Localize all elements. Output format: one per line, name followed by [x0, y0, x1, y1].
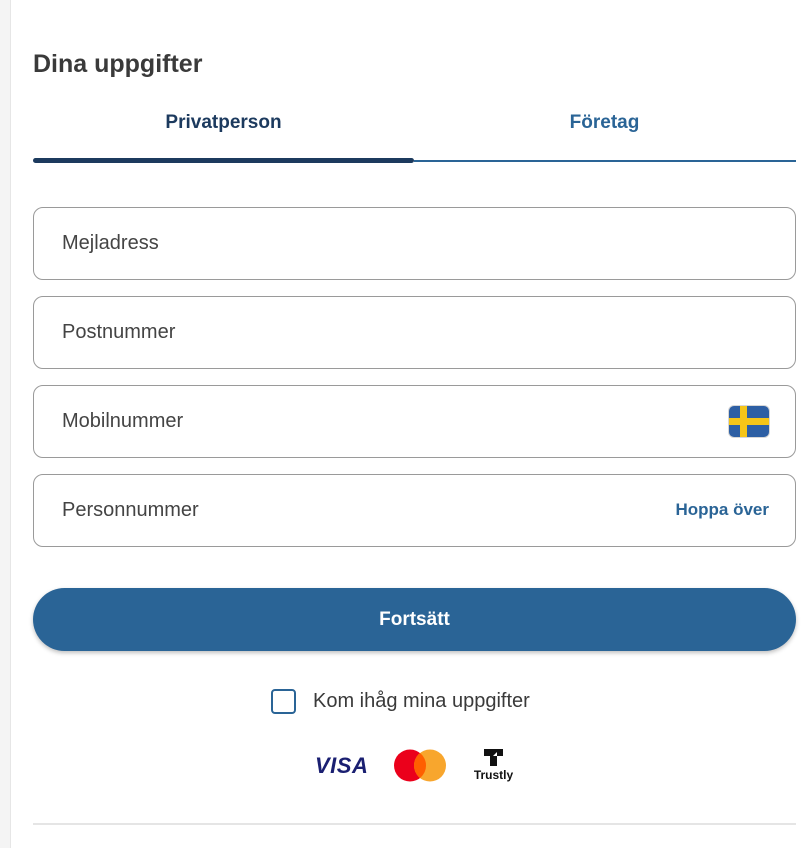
tab-company[interactable]: Företag: [414, 100, 795, 166]
personal-number-field: Hoppa över: [33, 474, 796, 547]
tab-private-person[interactable]: Privatperson: [33, 100, 414, 166]
mobile-field: [33, 385, 796, 458]
personal-number-input[interactable]: [62, 475, 682, 545]
active-tab-indicator: [33, 158, 414, 163]
payment-logos: VISA Trustly: [311, 745, 531, 785]
checkout-card: Dina uppgifter Privatperson Företag Hopp…: [10, 0, 805, 848]
trustly-label: Trustly: [473, 768, 514, 782]
trustly-logo: Trustly: [471, 749, 516, 785]
trustly-icon: [484, 749, 503, 766]
sweden-flag-icon[interactable]: [729, 406, 769, 437]
remember-checkbox[interactable]: [271, 689, 296, 714]
email-input[interactable]: [62, 208, 682, 278]
skip-link[interactable]: Hoppa över: [675, 500, 769, 520]
postal-code-field: [33, 296, 796, 369]
postal-code-input[interactable]: [62, 297, 682, 367]
page-title: Dina uppgifter: [33, 50, 203, 78]
email-field: [33, 207, 796, 280]
tab-underline: [414, 160, 796, 162]
customer-type-tabs: Privatperson Företag: [33, 100, 796, 166]
bottom-divider: [33, 823, 796, 825]
mobile-input[interactable]: [62, 386, 682, 456]
remember-label: Kom ihåg mina uppgifter: [313, 690, 530, 712]
mastercard-icon: [394, 749, 446, 782]
visa-logo: VISA: [315, 753, 369, 778]
continue-button[interactable]: Fortsätt: [33, 588, 796, 651]
